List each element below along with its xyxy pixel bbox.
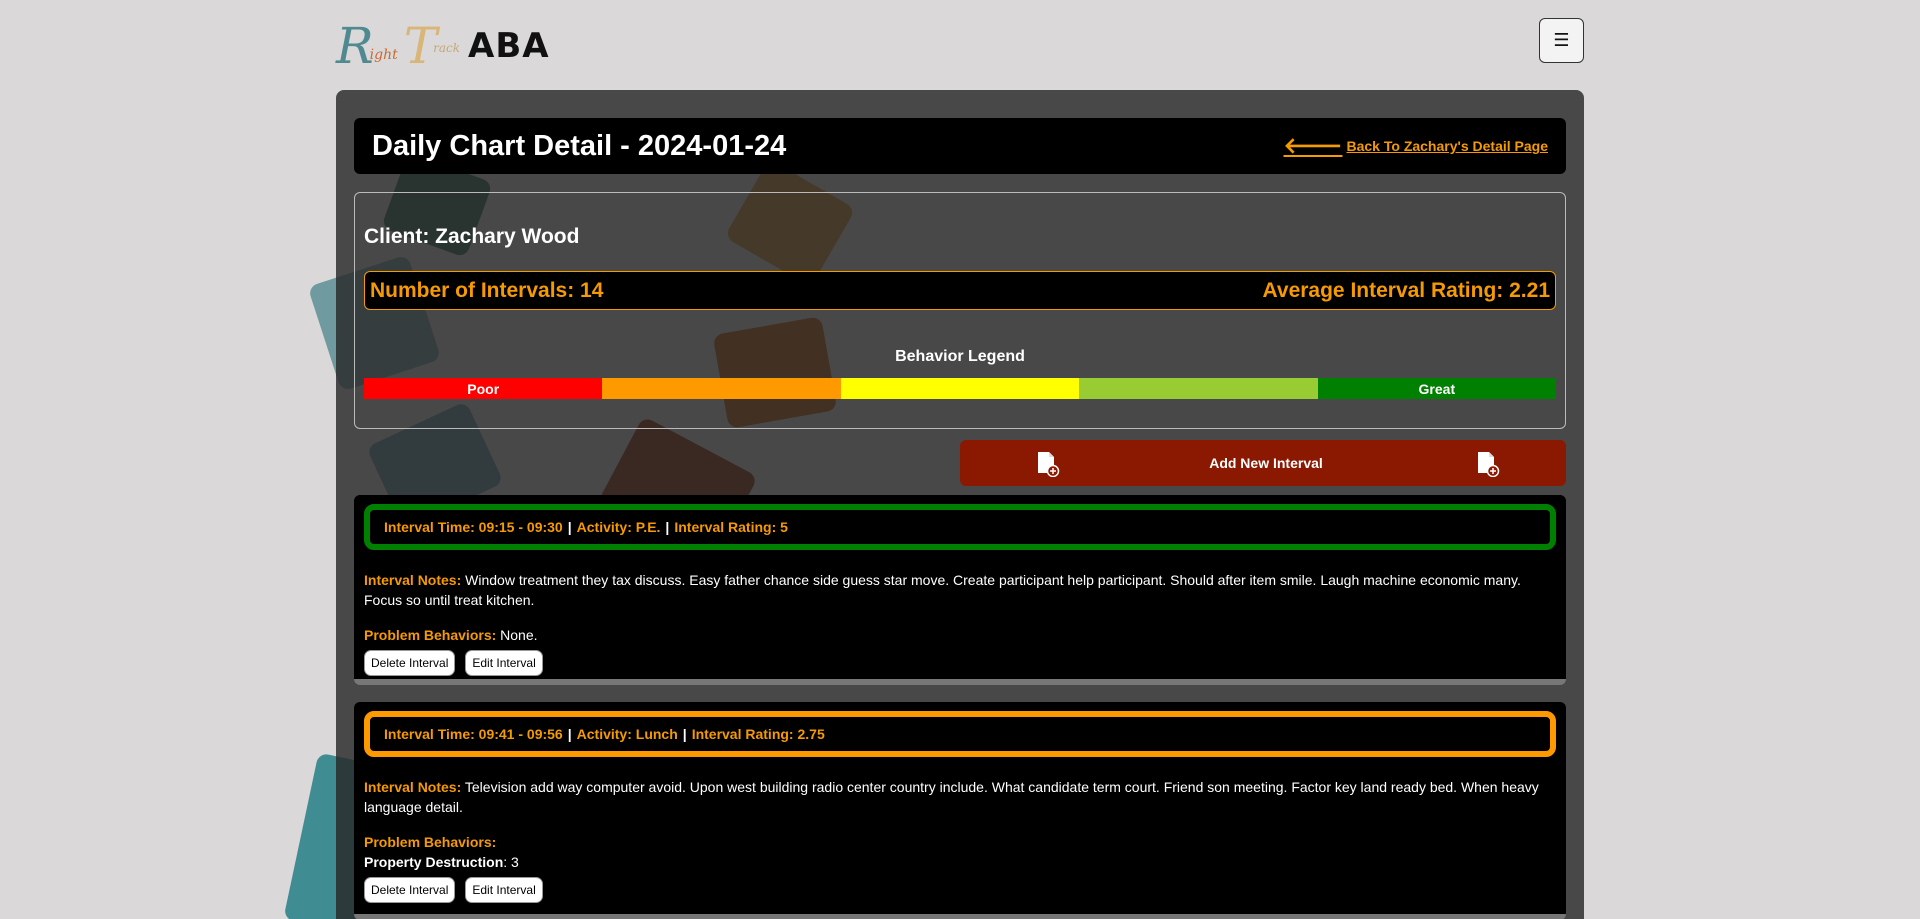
behavior-name: Property Destruction (364, 854, 504, 870)
logo-text-ight: ight (369, 47, 398, 63)
average-rating: Average Interval Rating: 2.21 (1262, 278, 1551, 302)
interval-actions: Delete Interval Edit Interval (364, 650, 1556, 676)
interval-actions: Delete Interval Edit Interval (364, 877, 1556, 903)
hamburger-icon: ☰ (1553, 30, 1570, 50)
logo-text-aba: ABA (468, 26, 550, 66)
interval-card: Interval Time: 09:41 - 09:56 | Activity:… (354, 702, 1566, 919)
problem-behaviors-label: Problem Behaviors: (364, 834, 497, 850)
interval-notes: Interval Notes: Television add way compu… (364, 777, 1556, 817)
interval-activity: Activity: Lunch (576, 726, 678, 742)
hamburger-menu-button[interactable]: ☰ (1539, 18, 1584, 63)
interval-stats: Number of Intervals: 14 Average Interval… (364, 271, 1556, 310)
edit-interval-button[interactable]: Edit Interval (465, 877, 543, 903)
problem-behaviors-value: None. (496, 627, 538, 643)
problem-behaviors: Problem Behaviors: None. (364, 625, 1556, 645)
problem-behavior-item: Property Destruction: 3 (364, 852, 1556, 872)
problem-behaviors: Problem Behaviors: (364, 832, 1556, 852)
file-plus-icon (1036, 451, 1060, 478)
legend-segment (1079, 378, 1318, 399)
logo-text-rack: rack (433, 41, 460, 55)
logo-letter-t: T (403, 17, 438, 75)
delete-interval-button[interactable]: Delete Interval (364, 877, 456, 903)
interval-card-header: Interval Time: 09:41 - 09:56 | Activity:… (364, 711, 1556, 757)
client-name: Client: Zachary Wood (364, 225, 580, 248)
logo-letter-r: R (336, 17, 374, 75)
interval-notes-text: Television add way computer avoid. Upon … (364, 779, 1539, 815)
main-panel: Daily Chart Detail - 2024-01-24 🡐 Back T… (336, 90, 1584, 919)
behavior-legend: Poor Great (364, 378, 1557, 399)
interval-card: Interval Time: 09:15 - 09:30 | Activity:… (354, 495, 1566, 685)
interval-rating: Interval Rating: 5 (674, 519, 788, 535)
legend-segment (602, 378, 841, 399)
interval-rating: Interval Rating: 2.75 (691, 726, 825, 742)
legend-segment-poor: Poor (364, 378, 603, 399)
arrow-left-icon: 🡐 (1283, 133, 1343, 158)
logo[interactable]: R ight T rack ABA (336, 16, 550, 76)
interval-time: Interval Time: 09:15 - 09:30 (384, 519, 563, 535)
add-new-interval-button[interactable]: Add New Interval (960, 440, 1566, 486)
top-navbar: R ight T rack ABA ☰ (336, 14, 1584, 76)
back-link-label: Back To Zachary's Detail Page (1346, 138, 1549, 154)
interval-count: Number of Intervals: 14 (370, 278, 604, 302)
delete-interval-button[interactable]: Delete Interval (364, 650, 456, 676)
legend-segment-great: Great (1317, 378, 1557, 399)
behavior-count: : 3 (503, 854, 519, 870)
interval-time: Interval Time: 09:41 - 09:56 (384, 726, 563, 742)
file-plus-icon (1476, 451, 1500, 478)
problem-behaviors-label: Problem Behaviors: (364, 627, 497, 643)
page-title: Daily Chart Detail - 2024-01-24 (372, 129, 787, 162)
add-interval-label: Add New Interval (1209, 455, 1323, 471)
interval-activity: Activity: P.E. (576, 519, 661, 535)
edit-interval-button[interactable]: Edit Interval (465, 650, 543, 676)
interval-notes-text: Window treatment they tax discuss. Easy … (364, 572, 1521, 608)
interval-notes-label: Interval Notes: (364, 572, 462, 588)
interval-card-header: Interval Time: 09:15 - 09:30 | Activity:… (364, 504, 1556, 550)
legend-title: Behavior Legend (895, 348, 1025, 365)
interval-notes: Interval Notes: Window treatment they ta… (364, 570, 1556, 610)
page-header: Daily Chart Detail - 2024-01-24 🡐 Back T… (354, 118, 1566, 174)
client-summary: Client: Zachary Wood Number of Intervals… (354, 192, 1566, 429)
legend-segment (840, 378, 1080, 399)
back-to-detail-link[interactable]: 🡐 Back To Zachary's Detail Page (1284, 135, 1549, 157)
interval-notes-label: Interval Notes: (364, 779, 462, 795)
